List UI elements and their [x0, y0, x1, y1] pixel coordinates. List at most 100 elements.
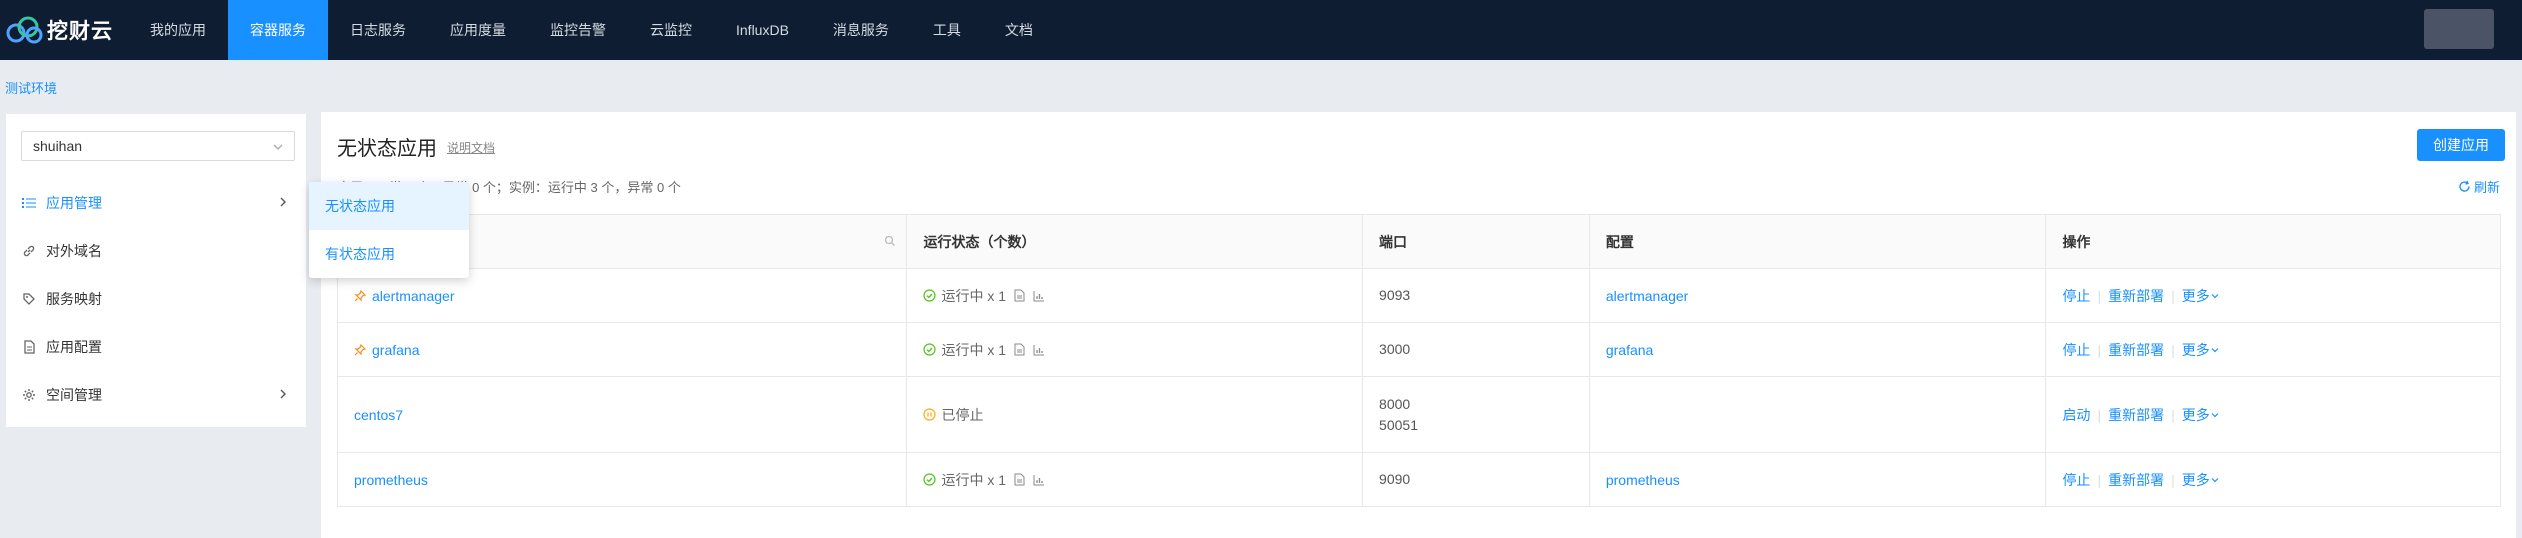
nav-item-app-metrics[interactable]: 应用度量	[428, 0, 528, 60]
page-title: 无状态应用	[337, 138, 437, 160]
running-check-icon	[923, 343, 937, 356]
app-name-link[interactable]: grafana	[372, 342, 419, 358]
log-file-icon[interactable]	[1014, 473, 1025, 486]
sidebar-item-app-management[interactable]: 应用管理	[6, 179, 306, 227]
chevron-right-icon	[280, 389, 286, 399]
port-value: 50051	[1379, 416, 1418, 433]
logo[interactable]: 挖财云	[0, 0, 128, 60]
sidebar: shuihan 应用管理 对外域名 服务映射 应用配置 空间管理	[6, 114, 306, 427]
column-header-port: 端口	[1362, 215, 1589, 268]
redeploy-button[interactable]: 重新部署	[2108, 405, 2164, 425]
sidebar-item-external-domain[interactable]: 对外域名	[6, 227, 306, 275]
sidebar-item-label: 服务映射	[46, 291, 102, 307]
stop-button[interactable]: 停止	[2062, 340, 2090, 360]
chevron-right-icon	[280, 197, 286, 207]
refresh-button[interactable]: 刷新	[2458, 177, 2500, 196]
submenu-item-stateful-apps[interactable]: 有状态应用	[309, 230, 469, 278]
nav-item-influxdb[interactable]: InfluxDB	[714, 0, 811, 60]
cloud-logo-icon	[6, 16, 43, 44]
nav-item-container-service[interactable]: 容器服务	[228, 0, 328, 60]
table-row: prometheus 运行中 x 1 9090 prometheus 停止 | 重…	[338, 452, 2500, 506]
table-header-row: 运行状态（个数） 端口 配置 操作	[338, 215, 2500, 268]
stop-button[interactable]: 停止	[2062, 286, 2090, 306]
running-check-icon	[923, 473, 937, 486]
sidebar-item-app-config[interactable]: 应用配置	[6, 323, 306, 371]
more-dropdown[interactable]: 更多	[2182, 340, 2220, 360]
config-link[interactable]: prometheus	[1606, 472, 1680, 488]
port-value: 9093	[1379, 287, 1411, 303]
top-navbar: 挖财云 我的应用 容器服务 日志服务 应用度量 监控告警 云监控 InfluxD…	[0, 0, 2522, 60]
config-link[interactable]: alertmanager	[1606, 288, 1689, 304]
apps-table: 运行状态（个数） 端口 配置 操作 alertmanager 运行中 x 1 9…	[337, 214, 2501, 507]
app-name-link[interactable]: prometheus	[354, 472, 428, 488]
list-icon	[22, 196, 36, 210]
app-management-submenu: 无状态应用 有状态应用	[309, 182, 469, 278]
status-text: 已停止	[941, 406, 984, 423]
nav-item-my-apps[interactable]: 我的应用	[128, 0, 228, 60]
pin-icon	[354, 289, 366, 302]
more-dropdown[interactable]: 更多	[2182, 470, 2220, 490]
main-panel: 无状态应用 说明文档 创建应用 应用：正常 4 个，异常 0 个；实例：运行中 …	[321, 112, 2516, 538]
more-dropdown[interactable]: 更多	[2182, 286, 2220, 306]
status-text: 运行中 x 1	[941, 341, 1007, 358]
chevron-down-icon	[2211, 412, 2219, 417]
redeploy-button[interactable]: 重新部署	[2108, 340, 2164, 360]
sidebar-item-label: 对外域名	[46, 243, 102, 259]
port-value: 9090	[1379, 471, 1411, 487]
tag-icon	[22, 292, 36, 306]
app-name-link[interactable]: alertmanager	[372, 288, 455, 304]
submenu-item-stateless-apps[interactable]: 无状态应用	[309, 182, 469, 230]
nav-item-log-service[interactable]: 日志服务	[328, 0, 428, 60]
status-text: 运行中 x 1	[941, 471, 1007, 488]
nav-item-cloud-monitor[interactable]: 云监控	[628, 0, 714, 60]
search-icon[interactable]	[884, 235, 896, 247]
environment-label[interactable]: 测试环境	[5, 78, 57, 97]
table-row: grafana 运行中 x 1 3000 grafana 停止 | 重新部署 | 更…	[338, 322, 2500, 376]
metrics-chart-icon[interactable]	[1033, 474, 1045, 486]
metrics-chart-icon[interactable]	[1033, 290, 1045, 302]
chevron-down-icon	[2211, 477, 2219, 482]
nav-item-tools[interactable]: 工具	[911, 0, 983, 60]
nav-item-message-service[interactable]: 消息服务	[811, 0, 911, 60]
sidebar-item-label: 空间管理	[46, 387, 102, 403]
nav-item-monitor-alert[interactable]: 监控告警	[528, 0, 628, 60]
table-row: centos7 已停止 8000 50051 启动 | 重新部署 | 更多	[338, 376, 2500, 452]
space-select[interactable]: shuihan	[21, 131, 295, 161]
column-header-status: 运行状态（个数）	[906, 215, 1362, 268]
config-link[interactable]: grafana	[1606, 342, 1653, 358]
more-dropdown[interactable]: 更多	[2182, 405, 2220, 425]
column-header-actions: 操作	[2045, 215, 2500, 268]
chevron-down-icon	[2211, 347, 2219, 352]
redeploy-button[interactable]: 重新部署	[2108, 470, 2164, 490]
table-row: alertmanager 运行中 x 1 9093 alertmanager 停…	[338, 268, 2500, 322]
status-text: 运行中 x 1	[941, 287, 1007, 304]
running-check-icon	[923, 289, 937, 302]
column-header-config: 配置	[1588, 215, 2046, 268]
sidebar-item-service-mapping[interactable]: 服务映射	[6, 275, 306, 323]
stop-button[interactable]: 停止	[2062, 470, 2090, 490]
doc-link[interactable]: 说明文档	[447, 139, 495, 156]
create-app-button[interactable]: 创建应用	[2417, 129, 2505, 161]
chevron-down-icon	[273, 144, 283, 150]
log-file-icon[interactable]	[1014, 289, 1025, 302]
log-file-icon[interactable]	[1014, 343, 1025, 356]
nav-item-docs[interactable]: 文档	[983, 0, 1055, 60]
file-icon	[22, 340, 36, 354]
link-icon	[22, 244, 36, 258]
stopped-icon	[923, 408, 937, 421]
refresh-icon	[2459, 180, 2470, 192]
gear-icon	[22, 388, 36, 402]
redeploy-button[interactable]: 重新部署	[2108, 286, 2164, 306]
user-avatar[interactable]	[2424, 9, 2494, 49]
port-value: 3000	[1379, 341, 1411, 357]
sidebar-item-label: 应用管理	[46, 195, 102, 211]
app-name-link[interactable]: centos7	[354, 407, 403, 423]
pin-icon	[354, 343, 366, 356]
space-select-value: shuihan	[33, 138, 83, 154]
logo-text: 挖财云	[47, 20, 113, 43]
refresh-label: 刷新	[2473, 180, 2500, 195]
port-value: 8000	[1379, 395, 1411, 412]
metrics-chart-icon[interactable]	[1033, 344, 1045, 356]
start-button[interactable]: 启动	[2062, 405, 2090, 425]
sidebar-item-space-management[interactable]: 空间管理	[6, 371, 306, 419]
